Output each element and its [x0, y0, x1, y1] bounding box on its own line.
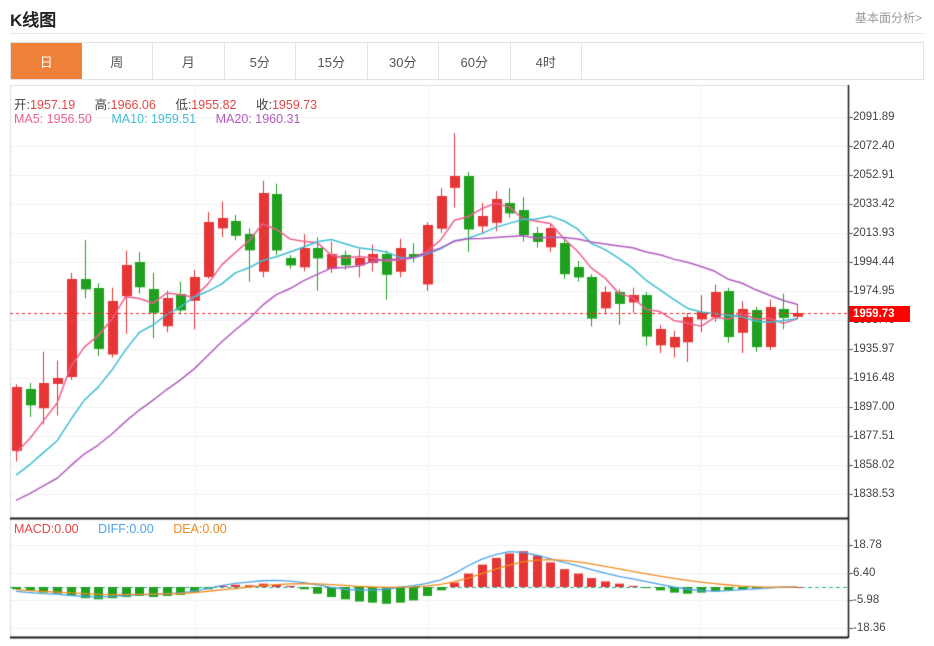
ma20-label: MA20:: [215, 112, 252, 126]
macd-value: 0.00: [54, 522, 79, 536]
last-price-badge: 1959.73: [849, 306, 910, 322]
macd-axis-label: 18.78: [853, 539, 882, 551]
dea-value: 0.00: [202, 522, 227, 536]
tab-3-idle[interactable]: 5分: [224, 43, 296, 79]
header-divider: [10, 33, 924, 34]
close-value: 1959.73: [271, 98, 318, 112]
price-axis-label: 1916.48: [853, 371, 895, 384]
macd-axis-label: 6.40: [853, 566, 876, 579]
ma-readout: MA5: 1956.50 MA10: 1959.51 MA20: 1960.31: [14, 112, 300, 126]
interval-tab-bar: 日周月 5分 15分 30分 60分 4时: [10, 42, 924, 80]
tab-1-idle[interactable]: 周: [81, 43, 153, 79]
price-axis-label: 1935.97: [853, 342, 895, 355]
macd-axis-label: -18.36: [853, 621, 886, 634]
open-value: 1957.19: [29, 98, 76, 112]
tab-7-idle[interactable]: 4时: [510, 43, 582, 79]
price-axis-label: 1838.53: [853, 487, 895, 500]
high-value: 1966.06: [110, 98, 156, 112]
macd-readout: MACD:0.00 DIFF:0.00 DEA:0.00: [14, 522, 227, 536]
ohlc-readout: 开:1957.19 高:1966.06 低:1955.82 收:1959.73: [14, 94, 317, 113]
price-axis-label: 1897.00: [853, 400, 895, 413]
page-title: K线图: [10, 11, 57, 30]
price-axis-label: 1994.44: [853, 255, 895, 268]
price-axis-label: 2033.42: [853, 197, 895, 210]
tab-bar-filler: [582, 43, 923, 79]
ma5-value: 1956.50: [46, 112, 92, 126]
high-label: 高:: [94, 98, 111, 112]
tab-6-idle[interactable]: 60分: [439, 43, 511, 79]
low-value: 1955.82: [191, 98, 237, 112]
tab-5-idle[interactable]: 30分: [367, 43, 439, 79]
macd-axis-label: -5.98: [853, 594, 880, 606]
dea-label: DEA:: [173, 522, 203, 536]
open-label: 开:: [14, 98, 30, 112]
tab-0-active[interactable]: 日: [11, 43, 82, 79]
ma20-value: 1960.31: [255, 112, 301, 126]
price-axis-label: 1858.02: [853, 458, 895, 471]
diff-value: 0.00: [129, 522, 154, 536]
price-axis-label: 1877.51: [853, 429, 895, 442]
diff-label: DIFF:: [98, 522, 130, 536]
kline-widget: K线图 基本面分析> 日周月 5分 15分 30分 60分 4时 开:1957.19 高:…: [0, 0, 934, 646]
low-label: 低:: [175, 98, 192, 112]
fundamental-analysis-link[interactable]: 基本面分析>: [855, 9, 922, 26]
macd-label: MACD:: [14, 522, 55, 536]
tab-4-idle[interactable]: 15分: [296, 43, 368, 79]
ma10-value: 1959.51: [150, 112, 197, 126]
price-axis-label: 2013.93: [853, 226, 895, 239]
ma10-label: MA10:: [111, 112, 148, 126]
price-axis-label: 2091.89: [853, 111, 895, 123]
price-axis-label: 1974.95: [853, 284, 895, 297]
close-label: 收:: [255, 98, 272, 112]
tab-2-idle[interactable]: 月: [153, 43, 225, 79]
price-axis-label: 2072.40: [853, 139, 895, 152]
price-axis-label: 2052.91: [853, 168, 895, 181]
ma5-label: MA5:: [14, 112, 44, 126]
